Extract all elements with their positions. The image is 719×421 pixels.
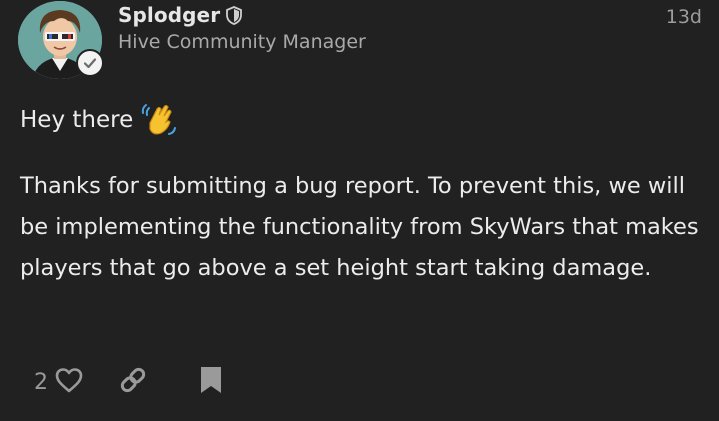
waving-hand-icon: [139, 101, 177, 139]
author-name-row: Splodger: [118, 3, 243, 27]
post-timestamp[interactable]: 13d: [666, 6, 702, 28]
verified-badge: [76, 49, 104, 77]
post-card: Splodger Hive Community Manager 13d Hey …: [0, 0, 719, 421]
bookmark-icon[interactable]: [199, 365, 223, 399]
link-icon[interactable]: [118, 365, 148, 399]
post-actions: 2: [34, 362, 223, 402]
shield-icon: [226, 5, 243, 25]
checkmark-icon: [83, 58, 97, 69]
heart-icon[interactable]: [54, 366, 84, 398]
author-title: Hive Community Manager: [118, 31, 366, 53]
author-username[interactable]: Splodger: [118, 3, 220, 27]
post-body: Thanks for submitting a bug report. To p…: [20, 173, 699, 281]
post-greeting: Hey there: [20, 101, 177, 139]
like-count[interactable]: 2: [34, 370, 48, 395]
greeting-text: Hey there: [20, 107, 134, 133]
